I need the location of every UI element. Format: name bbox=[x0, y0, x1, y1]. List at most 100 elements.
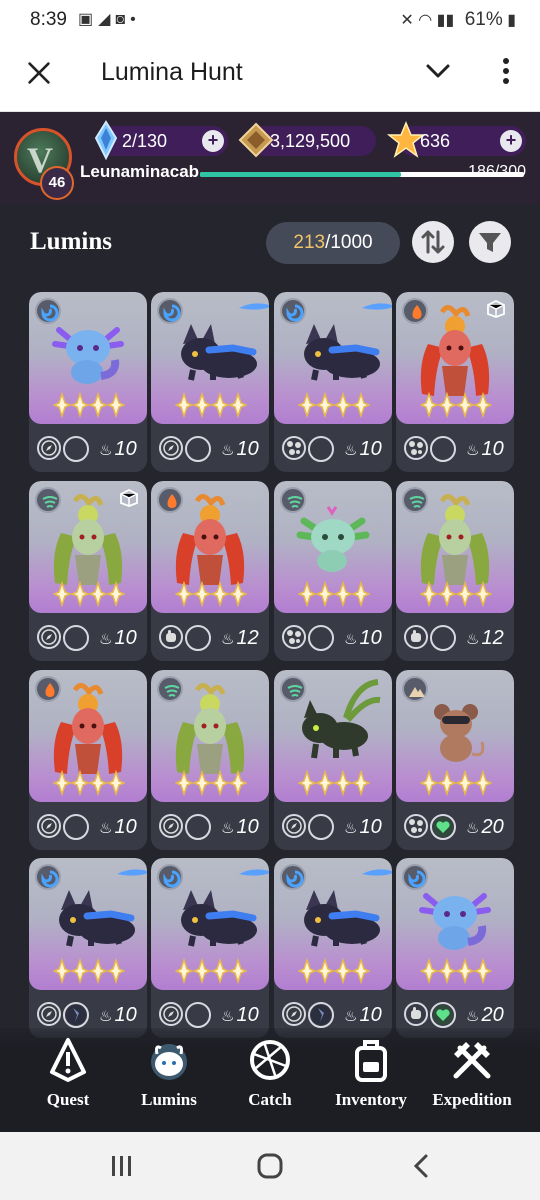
lumin-card[interactable]: ♨ 10 bbox=[29, 858, 147, 1038]
status-time: 8:39 bbox=[30, 9, 67, 30]
lumin-card[interactable]: ♨ 20 bbox=[396, 858, 514, 1038]
lumin-level-value: 10 bbox=[236, 438, 259, 460]
gem-slot[interactable] bbox=[308, 436, 334, 462]
coin-value: 3,129,500 bbox=[270, 131, 351, 151]
lumin-level: ♨ 10 bbox=[344, 627, 382, 650]
home-icon[interactable] bbox=[252, 1150, 288, 1182]
wing-icon bbox=[117, 869, 147, 876]
lumin-card[interactable]: ♨ 10 bbox=[29, 670, 147, 850]
gem-slot[interactable] bbox=[63, 814, 89, 840]
lumin-card[interactable]: ♨ 10 bbox=[151, 292, 269, 472]
back-icon[interactable] bbox=[404, 1150, 440, 1182]
lumin-card[interactable]: ♨ 10 bbox=[29, 481, 147, 661]
water-element-icon bbox=[35, 298, 61, 324]
flame-icon: ♨ bbox=[466, 820, 480, 837]
lumin-level: ♨ 10 bbox=[221, 816, 259, 839]
flame-icon: ♨ bbox=[99, 442, 113, 459]
status-bar: 8:39 ▣◢◙• ✕ ◠ ▮▮ 61% ▮ bbox=[0, 0, 540, 40]
nav-lumins[interactable]: Lumins bbox=[115, 1036, 223, 1126]
nav-expedition[interactable]: Expedition bbox=[418, 1036, 526, 1126]
star-rating bbox=[418, 957, 494, 985]
nav-catch[interactable]: Catch bbox=[216, 1036, 324, 1126]
compass-skill-icon bbox=[159, 814, 183, 838]
lumin-level: ♨ 10 bbox=[344, 1004, 382, 1027]
compass-skill-icon bbox=[282, 814, 306, 838]
flame-icon: ♨ bbox=[221, 442, 235, 459]
lumin-level-value: 10 bbox=[114, 627, 137, 649]
more-vert-icon[interactable] bbox=[494, 56, 518, 86]
gem-slot[interactable] bbox=[430, 436, 456, 462]
nav-quest[interactable]: Quest bbox=[14, 1036, 122, 1126]
bottom-nav: Quest Lumins Catch Inventory Expedition bbox=[0, 1028, 540, 1132]
fire-element-icon bbox=[157, 487, 183, 513]
lumin-card[interactable]: ♨ 20 bbox=[396, 670, 514, 850]
gem-slot[interactable] bbox=[63, 1002, 89, 1028]
lumin-level: ♨ 10 bbox=[221, 438, 259, 461]
heart-gem-icon bbox=[433, 817, 453, 837]
gem-slot[interactable] bbox=[185, 1002, 211, 1028]
fire-element-icon bbox=[402, 298, 428, 324]
lumin-card[interactable]: ♨ 10 bbox=[274, 481, 392, 661]
gem-slot[interactable] bbox=[63, 625, 89, 651]
flame-icon: ♨ bbox=[344, 442, 358, 459]
count-total: /1000 bbox=[325, 232, 373, 253]
gem-slot[interactable] bbox=[185, 625, 211, 651]
add-crystal-button[interactable]: + bbox=[202, 130, 224, 152]
lumin-card[interactable]: ♨ 10 bbox=[396, 292, 514, 472]
star-rating bbox=[173, 957, 249, 985]
add-shard-button[interactable]: + bbox=[500, 130, 522, 152]
gem-slot[interactable] bbox=[185, 436, 211, 462]
lumin-level: ♨ 20 bbox=[466, 1004, 504, 1027]
lumin-level: ♨ 10 bbox=[344, 816, 382, 839]
lumin-card[interactable]: ♨ 10 bbox=[29, 292, 147, 472]
recents-icon[interactable] bbox=[104, 1150, 140, 1182]
xp-fill bbox=[200, 172, 401, 177]
gem-slot[interactable] bbox=[430, 1002, 456, 1028]
star-rating bbox=[296, 957, 372, 985]
filter-button[interactable] bbox=[469, 221, 511, 263]
lumin-card[interactable]: ♨ 12 bbox=[396, 481, 514, 661]
close-icon[interactable] bbox=[27, 61, 51, 85]
gem-slot[interactable] bbox=[430, 814, 456, 840]
crystal-icon bbox=[94, 120, 118, 160]
water-element-icon bbox=[157, 864, 183, 890]
lumin-level-value: 10 bbox=[359, 1004, 382, 1026]
lumin-level: ♨ 10 bbox=[99, 627, 137, 650]
lumin-card[interactable]: ♨ 10 bbox=[274, 858, 392, 1038]
app-bar: Lumina Hunt bbox=[0, 40, 540, 112]
nav-quest-label: Quest bbox=[46, 1090, 90, 1109]
gem-slot[interactable] bbox=[185, 814, 211, 840]
lumin-level-value: 10 bbox=[359, 438, 382, 460]
box-icon bbox=[487, 300, 505, 318]
sort-icon bbox=[421, 230, 445, 254]
gem-slot[interactable] bbox=[63, 436, 89, 462]
wind-element-icon bbox=[280, 487, 306, 513]
chevron-down-icon[interactable] bbox=[423, 56, 453, 86]
filter-icon bbox=[479, 233, 501, 252]
gem-slot[interactable] bbox=[308, 1002, 334, 1028]
water-element-icon bbox=[157, 298, 183, 324]
lumin-level: ♨ 12 bbox=[221, 627, 259, 650]
mouse-bandit-icon bbox=[434, 704, 485, 762]
lumin-card[interactable]: ♨ 10 bbox=[274, 670, 392, 850]
nav-lumins-label: Lumins bbox=[141, 1090, 197, 1109]
lumin-card[interactable]: ♨ 10 bbox=[151, 858, 269, 1038]
nav-inventory[interactable]: Inventory bbox=[317, 1036, 425, 1126]
star-rating bbox=[173, 391, 249, 419]
gem-slot[interactable] bbox=[430, 625, 456, 651]
lumin-level: ♨ 10 bbox=[344, 438, 382, 461]
lumin-card[interactable]: ♨ 10 bbox=[151, 670, 269, 850]
gem-slot[interactable] bbox=[308, 814, 334, 840]
flame-icon: ♨ bbox=[466, 1008, 480, 1025]
sort-button[interactable] bbox=[412, 221, 454, 263]
gem-slot[interactable] bbox=[308, 625, 334, 651]
cat-dark-icon bbox=[59, 890, 135, 947]
wifi-icon: ◠ bbox=[418, 12, 433, 29]
lumin-level-value: 10 bbox=[114, 816, 137, 838]
star-rating bbox=[296, 769, 372, 797]
lumins-icon bbox=[151, 1044, 187, 1080]
lumin-card[interactable]: ♨ 12 bbox=[151, 481, 269, 661]
flame-icon: ♨ bbox=[466, 631, 480, 648]
lumin-card[interactable]: ♨ 10 bbox=[274, 292, 392, 472]
lumin-level-value: 10 bbox=[481, 438, 504, 460]
